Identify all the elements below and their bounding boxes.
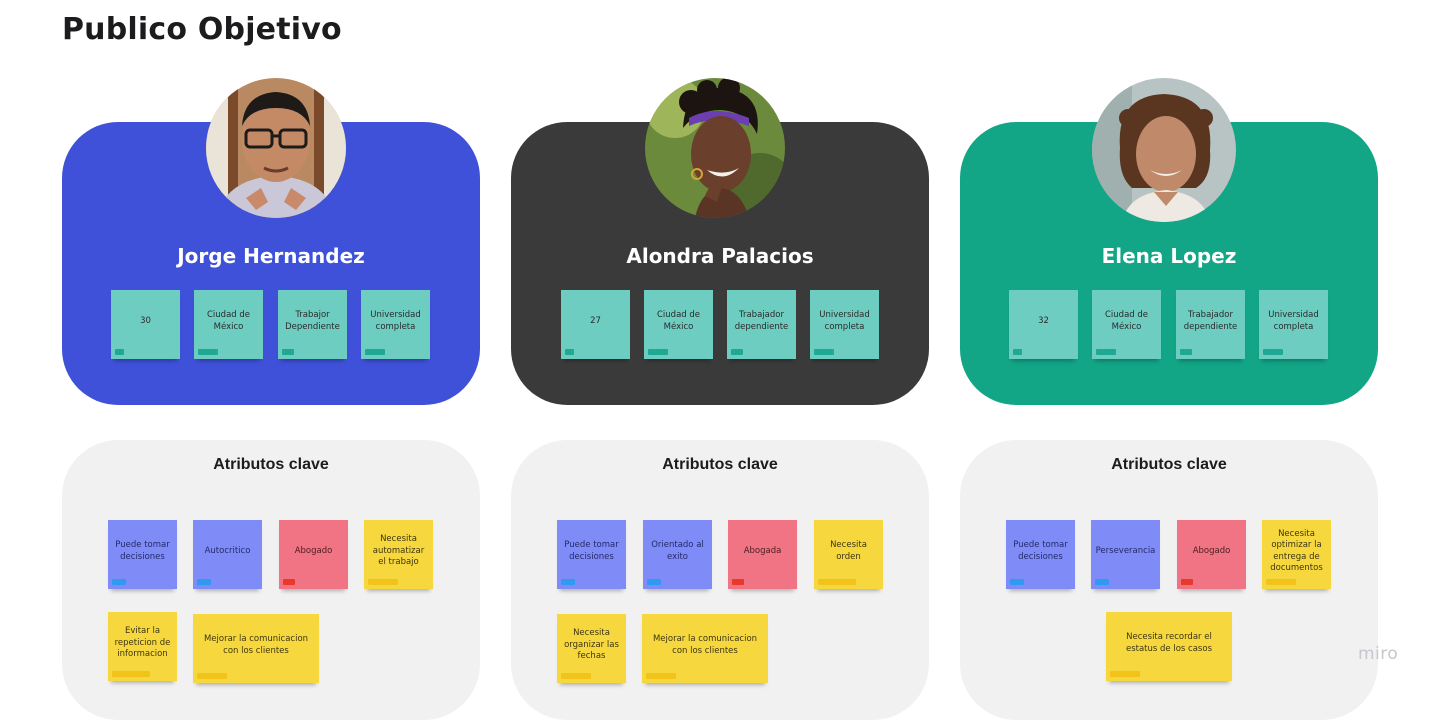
key-attributes-card-alondra: Atributos clave Puede tomar decisiones O… [511, 440, 929, 720]
sticky-note-attribute[interactable]: Puede tomar decisiones [1006, 520, 1075, 589]
sticky-note-attribute[interactable]: Mejorar la comunicacion con los clientes [642, 614, 768, 683]
sticky-note-city[interactable]: Ciudad de México [644, 290, 713, 359]
persona-name: Alondra Palacios [626, 244, 814, 268]
persona-name: Jorge Hernandez [177, 244, 365, 268]
sticky-note-attribute[interactable]: Necesita automatizar el trabajo [364, 520, 433, 589]
key-attributes-card-elena: Atributos clave Puede tomar decisiones P… [960, 440, 1378, 720]
miro-logo: miro [1358, 644, 1399, 664]
sticky-note-education[interactable]: Universidad completa [361, 290, 430, 359]
persona-name: Elena Lopez [1101, 244, 1237, 268]
sticky-note-attribute[interactable]: Necesita optimizar la entrega de documen… [1262, 520, 1331, 589]
sticky-note-attribute[interactable]: Orientado al exito [643, 520, 712, 589]
sticky-note-attribute[interactable]: Necesita recordar el estatus de los caso… [1106, 612, 1232, 681]
avatar-alondra[interactable] [645, 78, 785, 218]
sticky-note-city[interactable]: Ciudad de México [194, 290, 263, 359]
sticky-note-attribute[interactable]: Puede tomar decisiones [108, 520, 177, 589]
attributes-title: Atributos clave [662, 456, 778, 473]
attributes-title: Atributos clave [1111, 456, 1227, 473]
sticky-note-job[interactable]: Trabajador dependiente [727, 290, 796, 359]
avatar-elena[interactable] [1092, 78, 1236, 222]
sticky-note-city[interactable]: Ciudad de México [1092, 290, 1161, 359]
sticky-note-attribute[interactable]: Abogado [1177, 520, 1246, 589]
sticky-note-attribute[interactable]: Autocritico [193, 520, 262, 589]
sticky-note-attribute[interactable]: Abogada [728, 520, 797, 589]
sticky-note-age[interactable]: 32 [1009, 290, 1078, 359]
man-portrait-icon [206, 78, 346, 218]
avatar-jorge[interactable] [206, 78, 346, 218]
sticky-note-job[interactable]: Trabajador dependiente [1176, 290, 1245, 359]
sticky-note-attribute[interactable]: Mejorar la comunicacion con los clientes [193, 614, 319, 683]
attributes-title: Atributos clave [213, 456, 329, 473]
sticky-note-attribute[interactable]: Necesita orden [814, 520, 883, 589]
sticky-note-education[interactable]: Universidad completa [1259, 290, 1328, 359]
sticky-note-attribute[interactable]: Evitar la repeticion de informacion [108, 612, 177, 681]
page-title: Publico Objetivo [62, 12, 342, 47]
sticky-note-age[interactable]: 30 [111, 290, 180, 359]
woman-portrait-icon [1092, 78, 1236, 222]
sticky-note-attribute[interactable]: Puede tomar decisiones [557, 520, 626, 589]
sticky-note-attribute[interactable]: Necesita organizar las fechas [557, 614, 626, 683]
sticky-note-education[interactable]: Universidad completa [810, 290, 879, 359]
key-attributes-card-jorge: Atributos clave Puede tomar decisiones A… [62, 440, 480, 720]
sticky-note-job[interactable]: Trabajor Dependiente [278, 290, 347, 359]
sticky-note-attribute[interactable]: Perseverancia [1091, 520, 1160, 589]
sticky-note-age[interactable]: 27 [561, 290, 630, 359]
sticky-note-attribute[interactable]: Abogado [279, 520, 348, 589]
woman-portrait-icon [645, 78, 785, 218]
